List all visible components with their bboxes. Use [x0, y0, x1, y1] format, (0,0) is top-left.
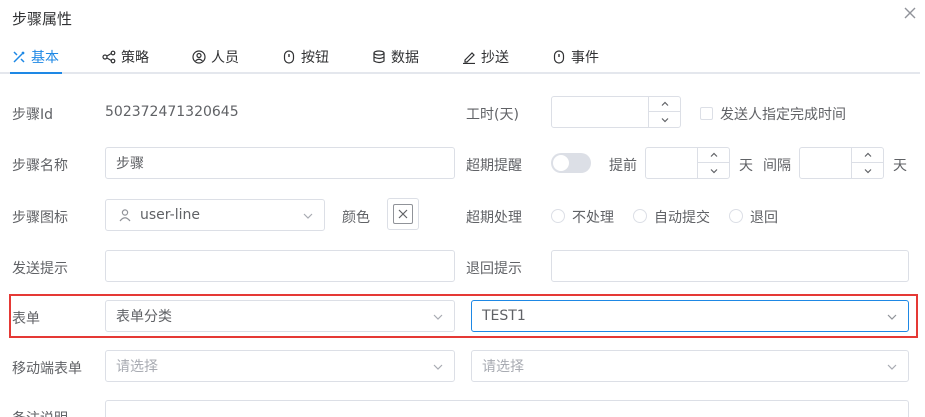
tab-basic[interactable]: 基本 [12, 44, 59, 70]
sender-assign-label: 发送人指定完成时间 [720, 107, 846, 123]
decrement-button[interactable] [698, 163, 729, 178]
share-nodes-icon [102, 50, 116, 64]
database-icon [373, 50, 385, 64]
work-hours-label: 工时(天) [466, 107, 519, 123]
dialog-title: 步骤属性 [12, 10, 73, 28]
remind-before-input[interactable] [645, 147, 730, 179]
tab-strategy-label: 策略 [121, 50, 149, 66]
tab-buttons[interactable]: 按钮 [282, 44, 329, 70]
edit-pen-icon [463, 52, 475, 64]
form-select[interactable]: TEST1 [471, 300, 909, 332]
chevron-down-icon [302, 210, 314, 222]
chevron-down-icon [710, 168, 717, 173]
step-icon-select[interactable]: user-line [105, 199, 325, 231]
event-icon [553, 50, 565, 64]
button-icon [283, 50, 295, 64]
tab-basic-label: 基本 [31, 50, 59, 66]
tab-data[interactable]: 数据 [372, 44, 419, 70]
remind-before-label: 提前 [609, 158, 637, 174]
radio-auto-submit-label: 自动提交 [654, 210, 710, 226]
mobile-form-label: 移动端表单 [12, 361, 82, 377]
chevron-down-icon [432, 361, 444, 373]
tab-data-label: 数据 [391, 50, 419, 66]
overdue-handle-label: 超期处理 [466, 210, 522, 226]
day-unit-1: 天 [739, 158, 753, 174]
step-id-value: 502372471320645 [105, 104, 239, 120]
decrement-button[interactable] [852, 163, 883, 178]
remark-textarea[interactable] [105, 400, 909, 417]
user-circle-icon [192, 50, 206, 64]
mobile-form-category-placeholder: 请选择 [116, 359, 158, 375]
switch-knob [553, 155, 569, 171]
mobile-form-category-select[interactable]: 请选择 [105, 350, 455, 382]
increment-button[interactable] [698, 148, 729, 163]
color-label: 颜色 [342, 210, 370, 226]
form-category-value: 表单分类 [116, 309, 172, 325]
decrement-button[interactable] [649, 112, 680, 127]
form-category-select[interactable]: 表单分类 [105, 300, 455, 332]
remark-label: 备注说明 [12, 408, 68, 417]
mobile-form-placeholder: 请选择 [482, 359, 524, 375]
user-icon [119, 209, 131, 222]
chevron-up-icon [710, 152, 717, 157]
return-hint-input[interactable] [551, 250, 909, 282]
chevron-down-icon [432, 311, 444, 323]
overdue-remind-switch[interactable] [551, 153, 591, 173]
step-icon-value: user-line [140, 207, 200, 223]
form-select-value: TEST1 [482, 308, 526, 324]
tab-events[interactable]: 事件 [552, 44, 599, 70]
overdue-remind-label: 超期提醒 [466, 158, 522, 174]
day-unit-2: 天 [893, 158, 907, 174]
mobile-form-select[interactable]: 请选择 [471, 350, 909, 382]
sender-assign-checkbox[interactable] [700, 107, 713, 120]
chevron-down-icon [864, 168, 871, 173]
step-name-label: 步骤名称 [12, 158, 68, 174]
interval-label: 间隔 [763, 158, 791, 174]
step-name-input[interactable]: 步骤 [105, 147, 455, 179]
tab-strategy[interactable]: 策略 [102, 44, 149, 70]
interval-stepper [851, 148, 883, 178]
tab-cc[interactable]: 抄送 [462, 44, 509, 70]
chevron-down-icon [886, 311, 898, 323]
radio-return[interactable] [729, 209, 743, 223]
close-icon [398, 209, 408, 219]
work-hours-input[interactable] [551, 96, 681, 128]
radio-return-label: 退回 [750, 210, 778, 226]
increment-button[interactable] [649, 97, 680, 112]
radio-auto-submit[interactable] [633, 209, 647, 223]
color-picker[interactable] [387, 198, 419, 230]
color-swatch [393, 204, 413, 224]
active-tab-underline [10, 72, 62, 74]
chevron-up-icon [661, 101, 668, 106]
increment-button[interactable] [852, 148, 883, 163]
tab-buttons-label: 按钮 [301, 50, 329, 66]
send-hint-input[interactable] [105, 250, 455, 282]
step-id-label: 步骤Id [12, 107, 54, 123]
radio-no-action[interactable] [551, 209, 565, 223]
chevron-down-icon [886, 361, 898, 373]
tab-people-label: 人员 [211, 50, 239, 66]
tab-bar: 基本 策略 人员 按钮 数据 抄送 事件 [0, 40, 920, 74]
step-name-value: 步骤 [116, 156, 144, 172]
step-icon-label: 步骤图标 [12, 210, 68, 226]
send-hint-label: 发送提示 [12, 261, 68, 277]
remind-before-stepper [697, 148, 729, 178]
interval-input[interactable] [799, 147, 884, 179]
tools-icon [13, 51, 25, 63]
form-label: 表单 [12, 311, 40, 327]
tab-events-label: 事件 [571, 50, 599, 66]
close-icon[interactable] [903, 6, 917, 20]
tab-people[interactable]: 人员 [192, 44, 239, 70]
chevron-up-icon [864, 152, 871, 157]
radio-no-action-label: 不处理 [572, 210, 614, 226]
chevron-down-icon [661, 117, 668, 122]
return-hint-label: 退回提示 [466, 261, 522, 277]
tab-cc-label: 抄送 [481, 50, 509, 66]
work-hours-stepper [648, 97, 680, 127]
